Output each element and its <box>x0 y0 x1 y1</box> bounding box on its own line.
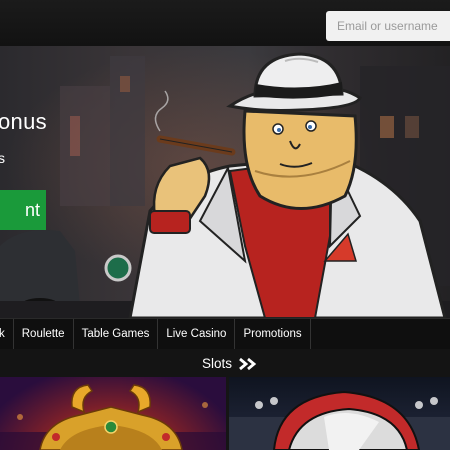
top-bar <box>0 0 450 46</box>
slots-section-header[interactable]: Slots <box>0 349 450 377</box>
double-chevron-right-icon <box>239 357 257 371</box>
stadium-helmet-game-icon <box>229 390 450 450</box>
section-title: Slots <box>202 356 233 371</box>
slot-game-tile[interactable] <box>0 377 226 450</box>
hero-cta-button[interactable]: nt <box>0 190 46 230</box>
hero-subtitle: s <box>0 150 5 166</box>
nav-item-partial[interactable]: k <box>0 319 14 349</box>
nav-item-table-games[interactable]: Table Games <box>74 319 159 349</box>
nav-item-live-casino[interactable]: Live Casino <box>158 319 236 349</box>
hero-banner[interactable]: onus s nt <box>0 46 450 318</box>
gangster-illustration <box>0 52 450 318</box>
slot-game-tile[interactable] <box>229 377 450 450</box>
nav-item-promotions[interactable]: Promotions <box>235 319 311 349</box>
nav-item-roulette[interactable]: Roulette <box>14 319 74 349</box>
game-category-nav: k Roulette Table Games Live Casino Promo… <box>0 318 450 350</box>
golden-helmet-game-icon <box>0 384 226 450</box>
email-username-input[interactable] <box>326 11 450 41</box>
hero-title: onus <box>0 109 47 134</box>
